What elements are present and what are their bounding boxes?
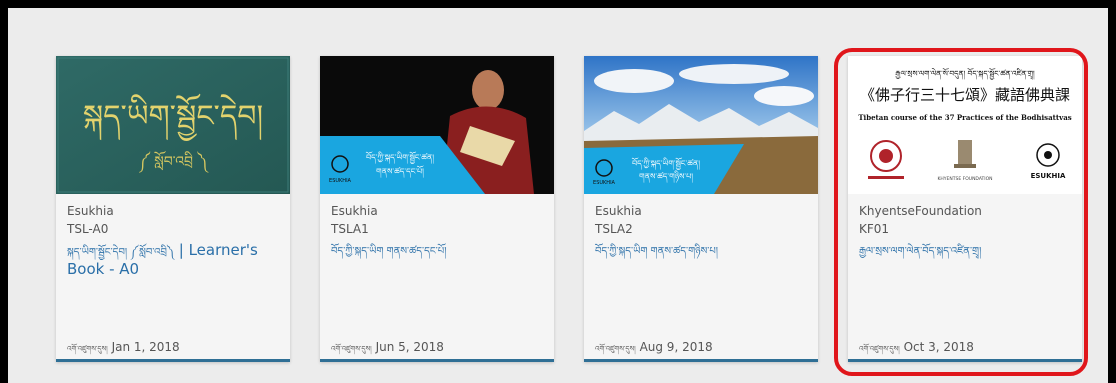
course-title-tibetan: རྒྱལ་སྲས་ལག་ལེན་བོད་སྐད་འཛིན་གྲྭ། <box>859 246 982 257</box>
course-start-date: འགོ་འཛུགས་དུས། Jan 1, 2018 <box>67 340 180 359</box>
course-org: Esukhia <box>595 204 642 218</box>
date-label: འགོ་འཛུགས་དུས། <box>859 345 900 353</box>
course-card[interactable]: ESUKHIA བོད་ཀྱི་སྐད་ཡིག་སྦྱོང་ཚན། གནས་ཚད… <box>320 56 554 362</box>
course-grid: སྐད་ཡིག་སྦྱོང་དེབ། ༼ སློབ་འབྲི ༽ Esukhia… <box>8 8 1108 383</box>
course-start-date: འགོ་འཛུགས་དུས། Oct 3, 2018 <box>859 340 974 359</box>
course-org: Esukhia <box>67 204 114 218</box>
banner-logo-text: ESUKHIA <box>593 180 616 186</box>
date-label: འགོ་འཛུགས་དུས། <box>331 345 372 353</box>
course-code: TSLA1 <box>331 222 369 236</box>
course-code: TSL-A0 <box>67 222 109 236</box>
date-value: Aug 9, 2018 <box>639 340 713 354</box>
course-title-tibetan: བོད་ཀྱི་སྐད་ཡིག གནས་ཚད་གཉིས་པ། <box>595 246 718 257</box>
course-thumbnail[interactable]: ESUKHIA བོད་ཀྱི་སྐད་ཡིག་སྦྱོང་ཚན། གནས་ཚད… <box>584 56 818 194</box>
course-card[interactable]: སྐད་ཡིག་སྦྱོང་དེབ། ༼ སློབ་འབྲི ༽ Esukhia… <box>56 56 290 362</box>
course-title-link[interactable]: བོད་ཀྱི་སྐད་ཡིག གནས་ཚད་དང་པོ། <box>331 242 545 260</box>
thumb-line-2: 《佛子行三十七頌》藏語佛典課 <box>860 86 1070 104</box>
thumb-title: སྐད་ཡིག་སྦྱོང་དེབ། <box>83 93 263 141</box>
course-start-date: འགོ་འཛུགས་དུས། Aug 9, 2018 <box>595 340 713 359</box>
thumb-line-3: Tibetan course of the 37 Practices of th… <box>858 113 1071 122</box>
course-title-tibetan: སྐད་ཡིག་སྦྱོང་དེབ། ༼སློབ་འབྲི༽ <box>67 247 174 258</box>
course-card[interactable]: ESUKHIA བོད་ཀྱི་སྐད་ཡིག་སྦྱོང་ཚན། གནས་ཚད… <box>584 56 818 362</box>
thumb-subtitle: ༼ སློབ་འབྲི ༽ <box>139 150 209 173</box>
course-code: KF01 <box>859 222 890 236</box>
date-label: འགོ་འཛུགས་དུས། <box>67 345 108 353</box>
course-title-link[interactable]: བོད་ཀྱི་སྐད་ཡིག གནས་ཚད་གཉིས་པ། <box>595 242 809 260</box>
date-value: Jan 1, 2018 <box>111 340 180 354</box>
thumb-logo-3: ESUKHIA <box>1031 172 1066 180</box>
thumb-logo-2: KHYENTSE FOUNDATION <box>937 176 992 182</box>
banner-logo-text: ESUKHIA <box>329 178 352 184</box>
course-org: Esukhia <box>331 204 378 218</box>
course-thumbnail[interactable]: ESUKHIA བོད་ཀྱི་སྐད་ཡིག་སྦྱོང་ཚན། གནས་ཚད… <box>320 56 554 194</box>
date-value: Oct 3, 2018 <box>903 340 974 354</box>
course-org: KhyentseFoundation <box>859 204 982 218</box>
course-thumbnail[interactable]: རྒྱལ་སྲས་ལག་ལེན་སོ་བདུན། བོད་སྐད་སྦྱོང་ཚ… <box>848 56 1082 194</box>
date-label: འགོ་འཛུགས་དུས། <box>595 345 636 353</box>
course-start-date: འགོ་འཛུགས་དུས། Jun 5, 2018 <box>331 340 444 359</box>
course-code: TSLA2 <box>595 222 633 236</box>
course-title-link[interactable]: རྒྱལ་སྲས་ལག་ལེན་བོད་སྐད་འཛིན་གྲྭ། <box>859 242 1073 260</box>
course-title-tibetan: བོད་ཀྱི་སྐད་ཡིག གནས་ཚད་དང་པོ། <box>331 246 447 257</box>
course-thumbnail[interactable]: སྐད་ཡིག་སྦྱོང་དེབ། ༼ སློབ་འབྲི ༽ <box>56 56 290 194</box>
course-card[interactable]: རྒྱལ་སྲས་ལག་ལེན་སོ་བདུན། བོད་སྐད་སྦྱོང་ཚ… <box>848 56 1082 362</box>
course-title-link[interactable]: སྐད་ཡིག་སྦྱོང་དེབ། ༼སློབ་འབྲི༽ | Learner… <box>67 242 281 278</box>
date-value: Jun 5, 2018 <box>375 340 444 354</box>
